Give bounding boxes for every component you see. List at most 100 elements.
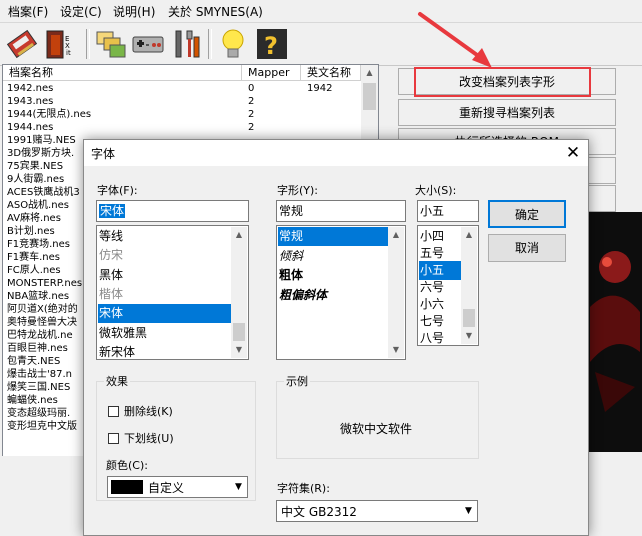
- filename-cell: 1944(无限点).nes: [7, 109, 92, 120]
- style-list-scrollbar[interactable]: ▲ ▼: [388, 227, 404, 358]
- table-row[interactable]: 1944(无限点).nes 2: [3, 108, 361, 121]
- filename-cell: 爆笑三国.NES: [7, 382, 71, 393]
- filename-cell: 爆击战士'87.n: [7, 369, 72, 380]
- cancel-button[interactable]: 取消: [488, 234, 566, 262]
- font-dialog: 字体 ✕ 字体(F): 宋体 等线 仿宋 黑体 楷体 宋体 微软雅黑 新宋体 ▲ ▼ 字形(…: [83, 139, 589, 536]
- scroll-down-icon[interactable]: ▼: [461, 328, 477, 344]
- filename-cell: 蝙蝠侠.nes: [7, 395, 58, 406]
- list-item[interactable]: 粗偏斜体: [278, 286, 388, 305]
- list-item[interactable]: 新宋体: [98, 343, 231, 359]
- filename-cell: 奥特曼怪兽大决: [7, 317, 77, 328]
- underline-label[interactable]: 下划线(U): [124, 430, 174, 446]
- filename-cell: F1竞赛场.nes: [7, 239, 70, 250]
- color-select[interactable]: 自定义 ▼: [107, 476, 248, 498]
- filename-cell: ASO战机.nes: [7, 200, 69, 211]
- filename-cell: 巴特龙战机.ne: [7, 330, 73, 341]
- list-item[interactable]: 楷体: [98, 285, 231, 304]
- filename-cell: ACES铁鹰战机3: [7, 187, 80, 198]
- mapper-cell: 2: [248, 96, 255, 107]
- strikeout-checkbox[interactable]: [108, 406, 119, 417]
- menu-settings[interactable]: 设定(C): [60, 3, 102, 20]
- font-list-scrollbar[interactable]: ▲ ▼: [231, 227, 247, 358]
- color-swatch: [111, 480, 143, 494]
- filename-cell: 9人街霸.nes: [7, 174, 65, 185]
- annotation-arrow-icon: [418, 12, 492, 68]
- filename-cell: 包青天.NES: [7, 356, 61, 367]
- scrollbar-thumb[interactable]: [363, 83, 376, 110]
- list-item[interactable]: 仿宋: [98, 246, 231, 265]
- scroll-up-icon[interactable]: ▲: [461, 227, 477, 243]
- strikeout-label[interactable]: 删除线(K): [124, 403, 173, 419]
- filename-cell: 变形坦克中文版: [7, 421, 77, 432]
- filename-cell: 阿贝道X(绝对的: [7, 304, 78, 315]
- size-input[interactable]: 小五: [417, 200, 479, 222]
- charset-value: 中文 GB2312: [281, 505, 357, 519]
- filename-cell: NBA篮球.nes: [7, 291, 70, 302]
- list-item[interactable]: 等线: [98, 227, 231, 246]
- research-list-button[interactable]: 重新搜寻档案列表: [398, 99, 616, 126]
- filename-cell: 1942.nes: [7, 83, 54, 94]
- filename-cell: 百眼巨神.nes: [7, 343, 68, 354]
- mapper-cell: 0: [248, 83, 255, 94]
- font-input[interactable]: 宋体: [96, 200, 249, 222]
- size-list[interactable]: 小四 五号 小五 六号 小六 七号 八号 ▲ ▼: [417, 225, 479, 346]
- list-item[interactable]: 八号: [419, 329, 461, 345]
- windows-icon[interactable]: [94, 27, 128, 61]
- style-input[interactable]: 常规: [276, 200, 406, 222]
- filename-cell: B计划.nes: [7, 226, 55, 237]
- game-preview-image: [585, 212, 642, 452]
- rom-icon[interactable]: [5, 27, 39, 61]
- list-item[interactable]: 微软雅黑: [98, 324, 231, 343]
- menu-file[interactable]: 档案(F): [8, 3, 48, 20]
- tools-icon[interactable]: [169, 27, 203, 61]
- charset-select[interactable]: 中文 GB2312 ▼: [276, 500, 478, 522]
- ok-button[interactable]: 确定: [488, 200, 566, 228]
- dialog-titlebar: 字体 ✕: [84, 140, 588, 166]
- filename-cell: F1赛车.nes: [7, 252, 60, 263]
- scroll-up-icon[interactable]: ▲: [388, 227, 404, 243]
- list-item[interactable]: 常规: [278, 227, 388, 246]
- toolbar-separator: [208, 29, 212, 59]
- scrollbar-thumb[interactable]: [233, 323, 245, 341]
- scroll-up-icon[interactable]: ▲: [361, 65, 378, 81]
- column-header-filename[interactable]: 档案名称: [3, 65, 242, 81]
- charset-label: 字符集(R):: [277, 482, 330, 495]
- close-icon[interactable]: ✕: [558, 140, 588, 166]
- exit-icon[interactable]: E Xit: [41, 27, 75, 61]
- font-list[interactable]: 等线 仿宋 黑体 楷体 宋体 微软雅黑 新宋体 ▲ ▼: [96, 225, 249, 360]
- filename-cell: 75宾果.NES: [7, 161, 64, 172]
- menu-help[interactable]: 说明(H): [113, 3, 155, 20]
- table-row[interactable]: 1944.nes 2: [3, 121, 361, 134]
- list-item[interactable]: 黑体: [98, 266, 231, 285]
- sample-text: 微软中文软件: [340, 422, 413, 436]
- font-input-text: 宋体: [99, 204, 126, 218]
- list-item[interactable]: 宋体: [98, 304, 231, 324]
- chevron-down-icon[interactable]: ▼: [230, 477, 247, 497]
- scrollbar-thumb[interactable]: [463, 309, 475, 327]
- filename-cell: MONSTERP.nes: [7, 278, 83, 289]
- size-list-scrollbar[interactable]: ▲ ▼: [461, 227, 477, 344]
- style-list[interactable]: 常规 倾斜 粗体 粗偏斜体 ▲ ▼: [276, 225, 406, 360]
- filename-cell: 1943.nes: [7, 96, 54, 107]
- underline-checkbox[interactable]: [108, 433, 119, 444]
- gamepad-icon[interactable]: [131, 27, 165, 61]
- menu-about[interactable]: 关於 SMYNES(A): [168, 3, 263, 20]
- column-header-english-name[interactable]: 英文名称: [301, 65, 361, 81]
- scroll-up-icon[interactable]: ▲: [231, 227, 247, 243]
- list-item[interactable]: 倾斜: [278, 247, 388, 266]
- toolbar-separator: [86, 29, 90, 59]
- table-row[interactable]: 1943.nes 2: [3, 95, 361, 108]
- column-header-mapper[interactable]: Mapper: [242, 65, 301, 81]
- style-label: 字形(Y):: [277, 184, 319, 197]
- help-icon[interactable]: ?: [255, 27, 289, 61]
- chevron-down-icon[interactable]: ▼: [460, 501, 477, 521]
- list-item[interactable]: 粗体: [278, 266, 388, 285]
- toolbar: E Xit ?: [0, 22, 642, 66]
- lightbulb-icon[interactable]: [216, 27, 250, 61]
- scroll-down-icon[interactable]: ▼: [388, 342, 404, 358]
- filename-cell: 3D俄罗斯方块.: [7, 148, 75, 159]
- table-row[interactable]: 1942.nes 0 1942: [3, 82, 361, 95]
- scroll-down-icon[interactable]: ▼: [231, 342, 247, 358]
- filename-cell: 1991赌马.NES: [7, 135, 76, 146]
- effects-label: 效果: [104, 373, 130, 389]
